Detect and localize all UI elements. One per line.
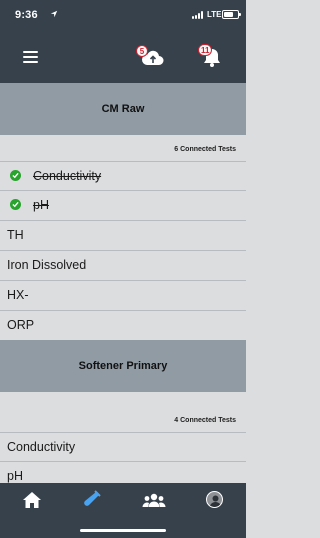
menu-button[interactable] — [23, 50, 38, 64]
signal-strength-icon — [192, 11, 205, 19]
battery-icon — [222, 10, 241, 19]
check-icon — [10, 199, 21, 210]
connected-tests-count: 4 Connected Tests — [0, 392, 246, 432]
test-label: ORP — [7, 318, 35, 332]
app-header: 5 11 — [0, 32, 246, 83]
tab-home[interactable] — [17, 487, 47, 513]
check-icon — [10, 170, 21, 181]
status-time: 9:36 — [15, 9, 38, 21]
upload-button[interactable]: 5 — [136, 45, 166, 69]
status-bar: 9:36 LTE — [0, 0, 246, 32]
test-row-conductivity[interactable]: Conductivity — [0, 161, 246, 190]
network-type: LTE — [207, 10, 222, 19]
profile-icon — [209, 495, 222, 507]
home-indicator — [80, 529, 166, 532]
test-row-conductivity[interactable]: Conductivity — [0, 432, 246, 461]
notifications-button[interactable]: 11 — [198, 44, 224, 70]
test-tube-icon — [84, 490, 101, 506]
notification-badge: 11 — [198, 44, 213, 56]
test-label: pH — [7, 469, 23, 483]
tab-profile[interactable] — [206, 491, 223, 508]
test-row-orp[interactable]: ORP — [0, 310, 246, 339]
section-title: Softener Primary — [0, 340, 246, 392]
home-icon — [23, 492, 41, 508]
test-label: Conductivity — [33, 169, 102, 183]
test-row-ph[interactable]: pH — [0, 461, 246, 483]
test-row-ph[interactable]: pH — [0, 190, 246, 219]
tab-bar — [0, 483, 246, 538]
connected-tests-count: 6 Connected Tests — [0, 135, 246, 161]
location-arrow-icon — [50, 10, 58, 18]
tab-tests[interactable] — [77, 487, 107, 513]
section-title: CM Raw — [0, 83, 246, 135]
test-row-hx[interactable]: HX- — [0, 280, 246, 309]
test-row-th[interactable]: TH — [0, 220, 246, 249]
test-label: Iron Dissolved — [7, 258, 87, 272]
upload-badge: 5 — [136, 45, 148, 57]
test-label: pH — [33, 198, 49, 212]
test-label: Conductivity — [7, 440, 76, 454]
test-row-iron-dissolved[interactable]: Iron Dissolved — [0, 250, 246, 279]
tab-team[interactable] — [139, 487, 169, 513]
test-label: TH — [7, 228, 24, 242]
test-label: HX- — [7, 288, 29, 302]
team-icon — [142, 493, 166, 507]
